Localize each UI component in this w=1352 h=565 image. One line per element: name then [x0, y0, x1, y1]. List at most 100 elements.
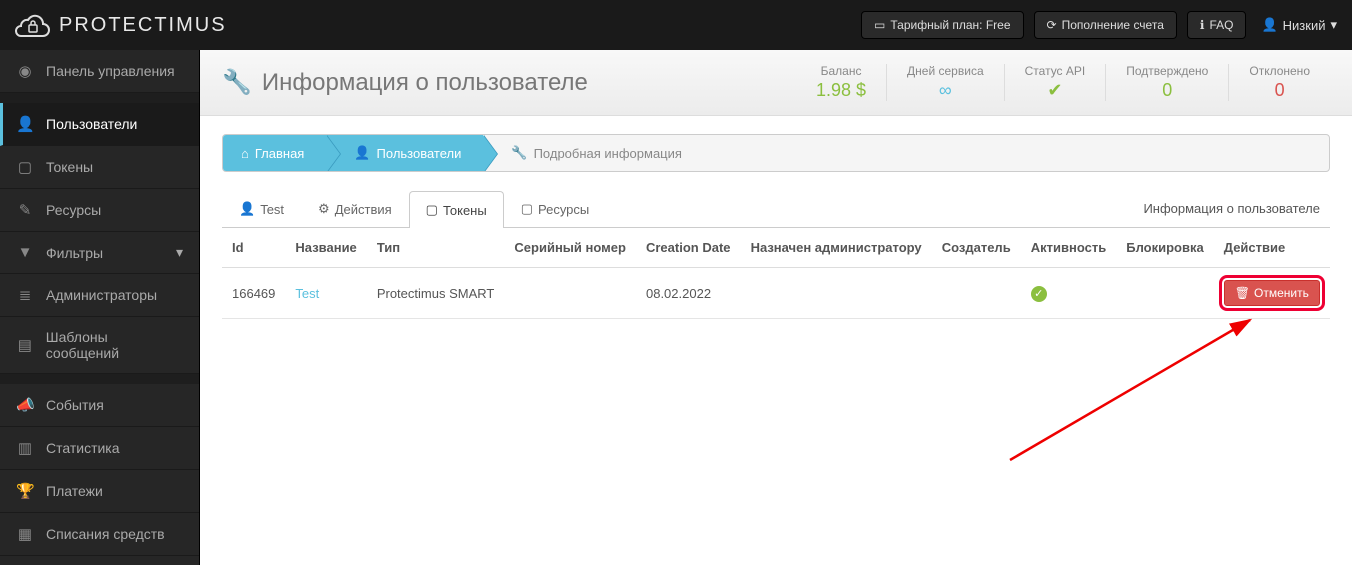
infinity-icon: ∞ — [907, 80, 984, 101]
sidebar-item-admins[interactable]: ≣ Администраторы — [0, 274, 199, 317]
tariff-plan-label: Тарифный план: Free — [890, 18, 1010, 32]
breadcrumb-current: 🔧 Подробная информация — [483, 135, 704, 171]
sidebar-item-users[interactable]: 👤 Пользователи — [0, 103, 199, 146]
cell-id: 166469 — [222, 268, 285, 319]
sidebar: ◉ Панель управления 👤 Пользователи ▢ Ток… — [0, 50, 200, 565]
sidebar-item-label: Панель управления — [46, 63, 175, 79]
stat-value: 1.98 $ — [816, 80, 866, 101]
sidebar-item-tokens[interactable]: ▢ Токены — [0, 146, 199, 189]
cell-name: Test — [285, 268, 366, 319]
tabs: 👤 Test ⚙ Действия ▢ Токены ▢ Ресурсы Инф… — [222, 190, 1330, 228]
breadcrumb-label: Пользователи — [377, 146, 462, 161]
cell-assigned — [741, 268, 932, 319]
bullhorn-icon: 📣 — [16, 396, 34, 414]
th-serial: Серийный номер — [504, 228, 636, 268]
cloud-lock-icon — [15, 11, 51, 39]
sidebar-item-dashboard[interactable]: ◉ Панель управления — [0, 50, 199, 93]
faq-label: FAQ — [1209, 18, 1233, 32]
breadcrumb-users[interactable]: 👤 Пользователи — [326, 135, 483, 171]
user-icon: 👤 — [354, 145, 370, 161]
cancel-button[interactable]: 🗑 Отменить — [1224, 280, 1320, 306]
bars-icon: ≣ — [16, 286, 34, 304]
breadcrumb-home[interactable]: ⌂ Главная — [223, 135, 326, 171]
card-icon: ▭ — [874, 18, 885, 32]
cell-activity: ✓ — [1021, 268, 1117, 319]
tab-actions[interactable]: ⚙ Действия — [301, 190, 409, 227]
tariff-plan-button[interactable]: ▭ Тарифный план: Free — [861, 11, 1024, 39]
token-link[interactable]: Test — [295, 286, 319, 301]
stat-balance: Баланс 1.98 $ — [796, 64, 886, 101]
sidebar-item-charges[interactable]: ▦ Списания средств — [0, 513, 199, 556]
sidebar-item-label: События — [46, 397, 104, 413]
brand-text: PROTECTIMUS — [59, 14, 227, 37]
sidebar-item-resources[interactable]: ✎ Ресурсы — [0, 189, 199, 232]
user-icon: 👤 — [16, 115, 34, 133]
sidebar-item-filters[interactable]: ▼ Фильтры ▾ — [0, 232, 199, 274]
sidebar-item-label: Ресурсы — [46, 202, 101, 218]
sidebar-item-label: Токены — [46, 159, 93, 175]
tab-resources[interactable]: ▢ Ресурсы — [504, 190, 607, 227]
page-title-text: Информация о пользователе — [262, 69, 588, 97]
stat-approved: Подтверждено 0 — [1105, 64, 1228, 101]
phone-icon: ▢ — [16, 158, 34, 176]
sidebar-item-label: Фильтры — [46, 245, 103, 261]
th-assigned: Назначен администратору — [741, 228, 932, 268]
sidebar-item-payments[interactable]: 🏆 Платежи — [0, 470, 199, 513]
receipt-icon: ▦ — [16, 525, 34, 543]
th-creator: Создатель — [932, 228, 1021, 268]
topup-button[interactable]: ⟳ Пополнение счета — [1034, 11, 1177, 39]
stat-value: 0 — [1249, 80, 1310, 101]
tokens-table: Id Название Тип Серийный номер Creation … — [222, 228, 1330, 319]
home-icon: ⌂ — [241, 146, 249, 161]
th-block: Блокировка — [1116, 228, 1214, 268]
th-action: Действие — [1214, 228, 1330, 268]
table-row: 166469 Test Protectimus SMART 08.02.2022… — [222, 268, 1330, 319]
caret-down-icon: ▾ — [1330, 17, 1337, 33]
page-header: 🔧 Информация о пользователе Баланс 1.98 … — [200, 50, 1352, 116]
filter-icon: ▼ — [16, 244, 34, 261]
breadcrumb-label: Главная — [255, 146, 304, 161]
th-id: Id — [222, 228, 285, 268]
stat-label: Дней сервиса — [907, 64, 984, 78]
phone-icon: ▢ — [426, 202, 438, 218]
stat-value: 0 — [1126, 80, 1208, 101]
topup-label: Пополнение счета — [1062, 18, 1164, 32]
stat-label: Подтверждено — [1126, 64, 1208, 78]
check-icon: ✔ — [1025, 80, 1086, 101]
th-creation: Creation Date — [636, 228, 741, 268]
stat-label: Статус API — [1025, 64, 1086, 78]
edit-icon: ✎ — [16, 201, 34, 219]
sidebar-item-templates[interactable]: ▤ Шаблоны сообщений — [0, 317, 199, 374]
th-name: Название — [285, 228, 366, 268]
top-bar: PROTECTIMUS ▭ Тарифный план: Free ⟳ Попо… — [0, 0, 1352, 50]
cell-creation: 08.02.2022 — [636, 268, 741, 319]
cancel-label: Отменить — [1254, 286, 1309, 300]
user-name: Низкий — [1283, 18, 1326, 33]
cell-block — [1116, 268, 1214, 319]
tab-test[interactable]: 👤 Test — [222, 190, 301, 227]
active-check-icon: ✓ — [1031, 286, 1047, 302]
sidebar-item-stats[interactable]: ▥ Статистика — [0, 427, 199, 470]
tab-label: Токены — [443, 203, 487, 218]
tabs-info-label: Информация о пользователе — [1143, 201, 1330, 216]
tab-label: Test — [260, 202, 284, 217]
stat-rejected: Отклонено 0 — [1228, 64, 1330, 101]
stat-days: Дней сервиса ∞ — [886, 64, 1004, 101]
user-menu[interactable]: 👤 Низкий ▾ — [1261, 17, 1337, 33]
tab-label: Ресурсы — [538, 202, 589, 217]
user-icon: 👤 — [239, 201, 255, 217]
th-type: Тип — [367, 228, 505, 268]
refresh-icon: ⟳ — [1047, 18, 1057, 32]
sidebar-item-events[interactable]: 📣 События — [0, 384, 199, 427]
trophy-icon: 🏆 — [16, 482, 34, 500]
tab-tokens[interactable]: ▢ Токены — [409, 191, 504, 228]
brand-logo[interactable]: PROTECTIMUS — [15, 11, 227, 39]
stat-api: Статус API ✔ — [1004, 64, 1106, 101]
user-icon: 👤 — [1261, 17, 1277, 33]
wrench-icon: 🔧 — [511, 145, 527, 161]
main-content: 🔧 Информация о пользователе Баланс 1.98 … — [200, 50, 1352, 565]
stat-label: Отклонено — [1249, 64, 1310, 78]
faq-button[interactable]: ℹ FAQ — [1187, 11, 1247, 39]
page-title: 🔧 Информация о пользователе — [222, 68, 588, 97]
sidebar-item-label: Администраторы — [46, 287, 157, 303]
